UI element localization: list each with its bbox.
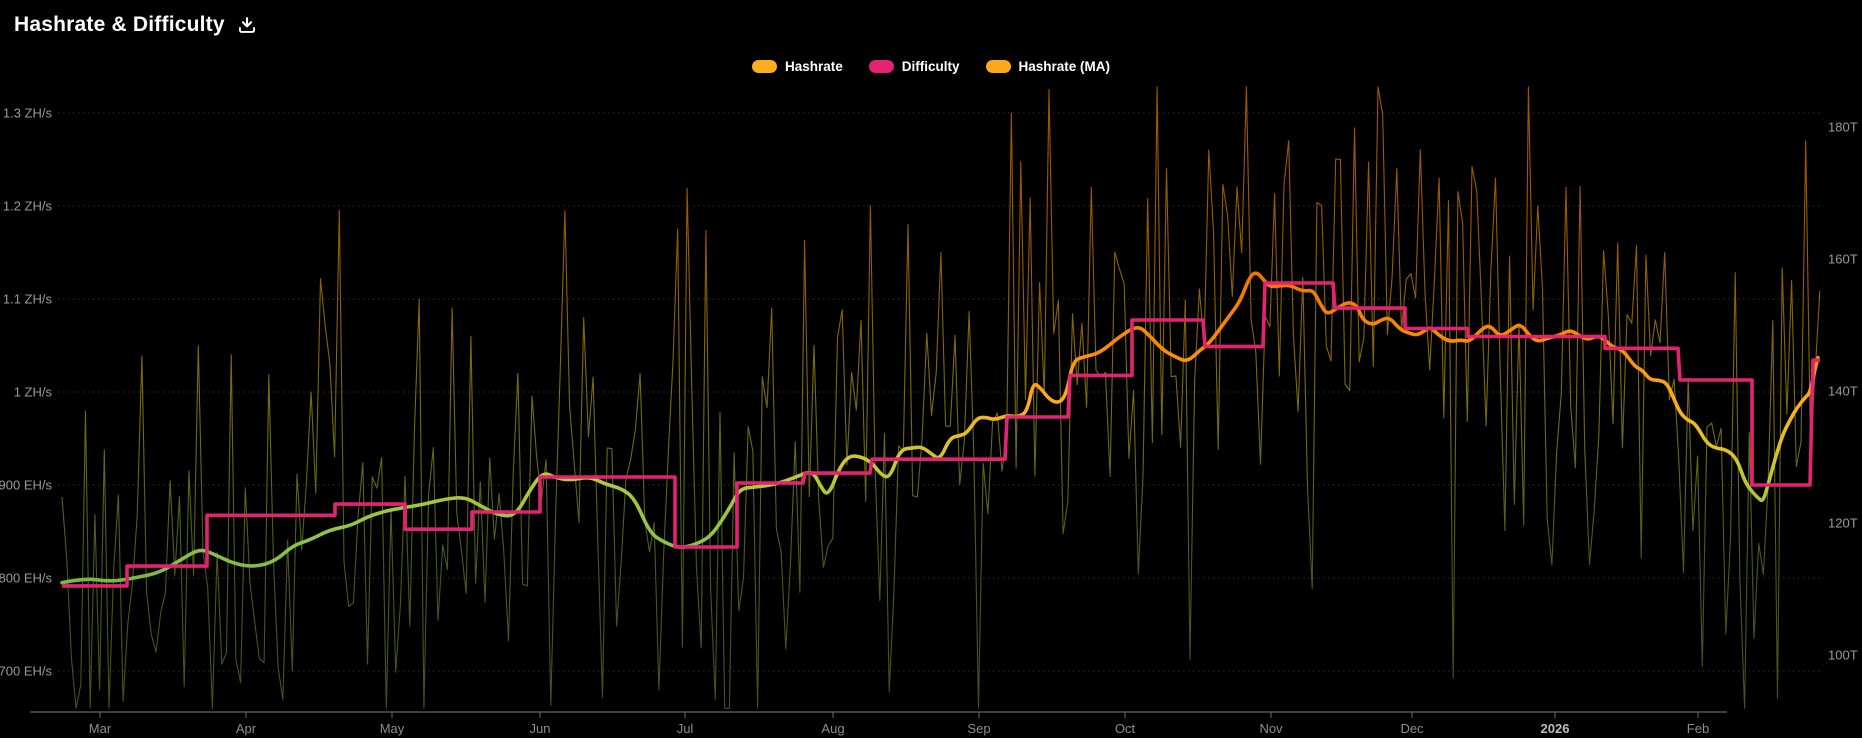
right-axis-label: 160T bbox=[1828, 252, 1858, 267]
left-axis-label: 800 EH/s bbox=[0, 571, 52, 586]
x-axis-label: Jul bbox=[677, 721, 694, 736]
download-icon[interactable] bbox=[238, 16, 256, 34]
legend-label: Hashrate bbox=[784, 59, 843, 74]
left-axis-label: 1.2 ZH/s bbox=[3, 198, 53, 213]
x-axis-label: Nov bbox=[1259, 721, 1283, 736]
right-axis-label: 120T bbox=[1828, 516, 1858, 531]
legend-item-hashrate-ma[interactable]: Hashrate (MA) bbox=[985, 59, 1111, 74]
hashrate-raw-line bbox=[61, 86, 1821, 709]
right-axis-label: 100T bbox=[1828, 648, 1858, 663]
legend-swatch bbox=[751, 60, 777, 73]
left-axis-label: 700 EH/s bbox=[0, 664, 52, 679]
x-axis-label: Sep bbox=[967, 721, 990, 736]
x-axis-label: Oct bbox=[1115, 721, 1136, 736]
legend-swatch bbox=[868, 60, 894, 73]
chart-legend: Hashrate Difficulty Hashrate (MA) bbox=[0, 59, 1862, 74]
hashrate-ma-line bbox=[60, 271, 1820, 585]
x-axis-label: Feb bbox=[1687, 721, 1709, 736]
left-axis-label: 1 ZH/s bbox=[14, 384, 53, 399]
x-axis-label: May bbox=[380, 721, 405, 736]
left-axis-label: 900 EH/s bbox=[0, 478, 52, 493]
x-axis-label: Jun bbox=[530, 721, 551, 736]
x-axis-label: Mar bbox=[89, 721, 112, 736]
right-axis-label: 140T bbox=[1828, 384, 1858, 399]
legend-swatch bbox=[985, 60, 1011, 73]
legend-label: Hashrate (MA) bbox=[1018, 59, 1111, 74]
chart-header: Hashrate & Difficulty bbox=[14, 13, 256, 37]
hashrate-difficulty-chart[interactable]: 1.3 ZH/s 1.2 ZH/s 1.1 ZH/s 1 ZH/s 900 EH/s 80… bbox=[0, 0, 1862, 738]
x-axis-label: Apr bbox=[236, 721, 257, 736]
left-axis-label: 1.1 ZH/s bbox=[3, 291, 53, 306]
x-axis-label: Aug bbox=[821, 721, 844, 736]
legend-item-difficulty[interactable]: Difficulty bbox=[868, 59, 960, 74]
x-axis-label: Dec bbox=[1400, 721, 1424, 736]
left-axis-label: 1.3 ZH/s bbox=[3, 105, 53, 120]
legend-item-hashrate[interactable]: Hashrate bbox=[751, 59, 843, 74]
x-axis-label: 2026 bbox=[1541, 721, 1570, 736]
legend-label: Difficulty bbox=[901, 59, 960, 74]
right-axis-label: 180T bbox=[1828, 120, 1858, 135]
page-title: Hashrate & Difficulty bbox=[14, 13, 225, 36]
